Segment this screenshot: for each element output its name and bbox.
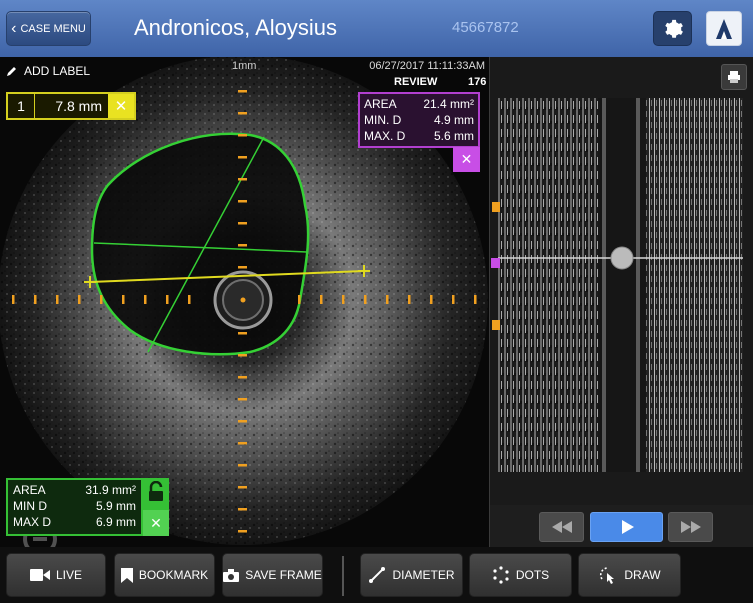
save-frame-label: SAVE FRAME bbox=[245, 568, 322, 582]
fast-forward-button[interactable] bbox=[668, 512, 713, 542]
lock-icon[interactable] bbox=[146, 481, 166, 503]
delete-lumen-measurement-button[interactable]: ✕ bbox=[453, 147, 480, 172]
max-diameter-label: MAX. D bbox=[364, 129, 406, 143]
video-icon bbox=[29, 569, 50, 581]
min-diameter-label: MIN. D bbox=[364, 113, 402, 127]
diameter-icon bbox=[369, 567, 386, 583]
logo-button[interactable] bbox=[706, 11, 742, 46]
logo-icon bbox=[716, 18, 732, 39]
lumen-measurement-values: AREA 21.4 mm² MIN. D 4.9 mm MAX. D 5.6 mm bbox=[358, 92, 480, 148]
max-diameter-value: 6.9 mm bbox=[95, 515, 136, 529]
dots-icon bbox=[493, 566, 509, 584]
close-icon: ✕ bbox=[150, 514, 162, 531]
patient-name: Andronicos, Aloysius bbox=[134, 15, 337, 40]
lumen-measurement-box: AREA 21.4 mm² MIN. D 4.9 mm MAX. D 5.6 mm ✕ bbox=[358, 92, 480, 172]
print-icon bbox=[728, 71, 740, 83]
draw-label: DRAW bbox=[624, 568, 661, 582]
dots-label: DOTS bbox=[515, 568, 550, 582]
max-diameter-label: MAX D bbox=[13, 515, 52, 529]
area-label: AREA bbox=[13, 483, 46, 497]
min-diameter-label: MIN D bbox=[13, 499, 47, 513]
add-label-button[interactable]: ADD LABEL bbox=[6, 64, 90, 78]
pencil-icon bbox=[7, 67, 16, 76]
draw-icon bbox=[600, 567, 615, 584]
measurement-index: 1 bbox=[8, 94, 35, 118]
vessel-measurement-values: AREA 31.9 mm² MIN D 5.9 mm MAX D 6.9 mm bbox=[6, 478, 143, 536]
bookmark-button[interactable]: BOOKMARK bbox=[114, 553, 215, 597]
chevron-left-icon: ‹ bbox=[11, 19, 17, 37]
print-button[interactable] bbox=[721, 64, 747, 90]
max-diameter-value: 5.6 mm bbox=[433, 129, 474, 143]
vessel-measurement-actions: ✕ bbox=[143, 478, 169, 536]
save-frame-button[interactable]: SAVE FRAME bbox=[222, 553, 323, 597]
date-time: 06/27/2017 11:11:33AM bbox=[369, 60, 485, 72]
diameter-tool-button[interactable]: DIAMETER bbox=[360, 553, 463, 597]
delete-vessel-measurement-button[interactable]: ✕ bbox=[143, 510, 169, 536]
area-value: 21.4 mm² bbox=[423, 97, 474, 111]
settings-button[interactable] bbox=[653, 11, 692, 46]
bookmark-icon bbox=[120, 567, 133, 583]
bookmark-markers[interactable] bbox=[490, 200, 502, 340]
diameter-label: DIAMETER bbox=[392, 568, 455, 582]
area-label: AREA bbox=[364, 97, 397, 111]
play-icon bbox=[621, 520, 634, 534]
close-icon: ✕ bbox=[460, 151, 473, 167]
live-label: LIVE bbox=[55, 568, 82, 582]
delete-diameter-button[interactable]: ✕ bbox=[108, 94, 134, 118]
dots-tool-button[interactable]: DOTS bbox=[469, 553, 572, 597]
min-diameter-value: 5.9 mm bbox=[95, 499, 136, 513]
case-menu-button[interactable]: ‹ CASE MENU bbox=[6, 11, 91, 46]
rewind-button[interactable] bbox=[539, 512, 584, 542]
diameter-value: 7.8 mm bbox=[55, 98, 102, 114]
scale-label: 1mm bbox=[232, 60, 257, 72]
live-button[interactable]: LIVE bbox=[6, 553, 106, 597]
case-menu-label: CASE MENU bbox=[20, 22, 86, 35]
top-bar: ‹ CASE MENU Andronicos, Aloysius 4566787… bbox=[0, 0, 753, 57]
frame-number: 176 bbox=[468, 76, 487, 88]
diameter-measurement-box: 1 7.8 mm ✕ bbox=[6, 92, 136, 120]
camera-icon bbox=[223, 568, 240, 582]
area-value: 31.9 mm² bbox=[85, 483, 136, 497]
mode-label: REVIEW bbox=[394, 76, 438, 88]
patient-id: 45667872 bbox=[452, 19, 519, 36]
rewind-icon bbox=[551, 521, 572, 533]
close-icon: ✕ bbox=[114, 98, 128, 115]
toolbar-separator bbox=[342, 556, 344, 596]
bookmark-label: BOOKMARK bbox=[138, 568, 209, 582]
gear-icon bbox=[664, 19, 683, 38]
longitudinal-image[interactable] bbox=[498, 98, 743, 472]
vessel-measurement-box: AREA 31.9 mm² MIN D 5.9 mm MAX D 6.9 mm ✕ bbox=[6, 478, 169, 536]
add-label-text: ADD LABEL bbox=[24, 64, 91, 78]
play-button[interactable] bbox=[590, 512, 663, 542]
fast-forward-icon bbox=[680, 521, 701, 533]
draw-tool-button[interactable]: DRAW bbox=[578, 553, 681, 597]
min-diameter-value: 4.9 mm bbox=[433, 113, 474, 127]
